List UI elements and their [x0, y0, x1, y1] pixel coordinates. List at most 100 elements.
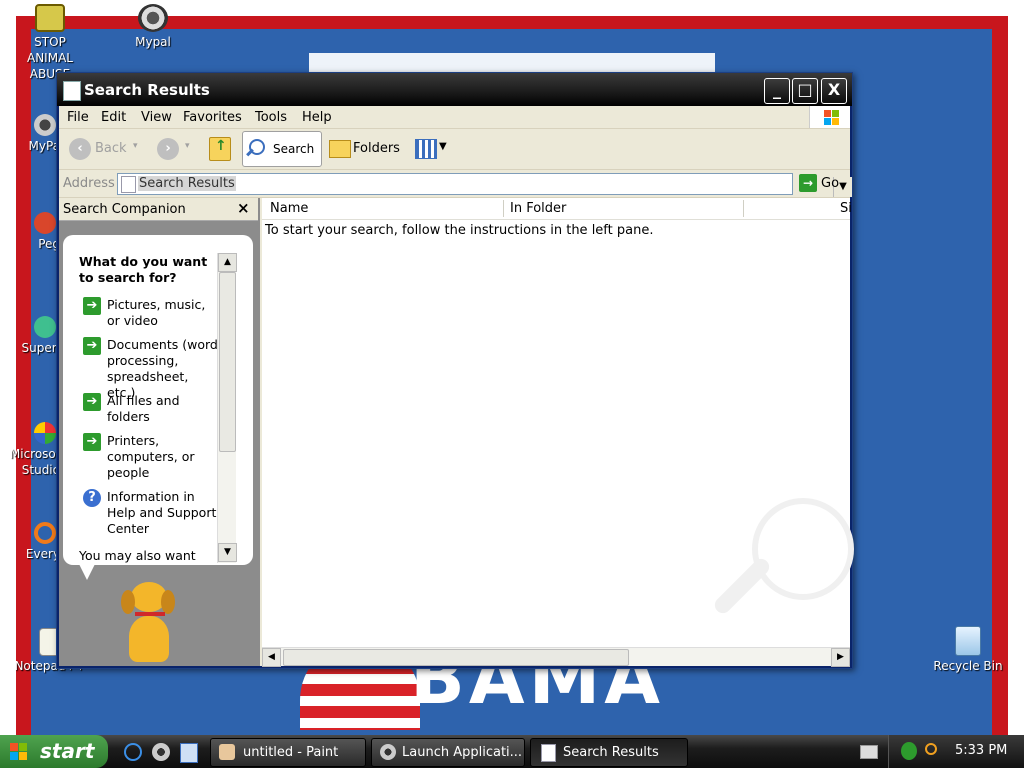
option-documents[interactable]: ➔ Documents (word processing, spreadshee…: [83, 337, 218, 401]
go-label: Go: [821, 176, 840, 191]
app-icon: [34, 212, 56, 234]
go-button[interactable]: → Go: [797, 173, 847, 193]
up-button[interactable]: ↑: [207, 133, 233, 165]
tray-app-icon[interactable]: [901, 742, 917, 760]
column-name[interactable]: Name: [270, 201, 308, 216]
more-options-text: You may also want: [79, 548, 196, 563]
desktop-icon-label: MyPa: [28, 139, 60, 153]
menu-help[interactable]: Help: [302, 110, 332, 125]
search-icon[interactable]: [925, 743, 937, 755]
green-arrow-icon: ➔: [83, 297, 101, 315]
address-label: Address: [63, 176, 115, 191]
option-pictures-music-video[interactable]: ➔ Pictures, music, or video: [83, 297, 218, 329]
option-label: Printers, computers, or people: [107, 433, 195, 480]
option-label: Pictures, music, or video: [107, 297, 206, 328]
raccoon-icon: [138, 4, 168, 32]
views-icon: [415, 139, 437, 159]
chevron-down-icon: ▼: [439, 141, 447, 152]
windows-logo-icon: [809, 106, 850, 128]
scrollbar-thumb[interactable]: [283, 649, 629, 666]
forward-arrow-icon: ›: [157, 138, 179, 160]
desktop-icon-mypal-2[interactable]: MyPa: [0, 114, 60, 154]
desktop-icon-microsoft-studio[interactable]: Microsof Studio: [0, 422, 60, 478]
close-button[interactable]: X: [821, 78, 847, 104]
desktop-icon-super[interactable]: Superi: [0, 316, 60, 356]
raccoon-quicklaunch-icon[interactable]: [152, 743, 170, 761]
raccoon-icon: [34, 114, 56, 136]
search-results-icon: [121, 176, 136, 193]
option-help-support[interactable]: ? Information in Help and Support Center: [83, 489, 218, 537]
address-bar: Address Search Results ▼ → Go: [59, 170, 852, 198]
recycle-bin-icon: [955, 626, 981, 656]
app-icon: [34, 422, 56, 444]
help-icon: ?: [83, 489, 101, 507]
scroll-up-arrow-icon[interactable]: ▲: [218, 253, 237, 272]
window-client: File Edit View Favorites Tools Help ‹ Ba…: [59, 106, 854, 667]
back-button[interactable]: ‹ Back ▾: [67, 133, 138, 165]
menu-tools[interactable]: Tools: [255, 110, 287, 125]
address-value: Search Results: [138, 176, 236, 191]
taskbar-task-search-results[interactable]: Search Results: [530, 738, 688, 767]
taskbar-task-launch-application[interactable]: Launch Applicati...: [371, 738, 525, 767]
desktop-icon-mypal[interactable]: Mypal: [113, 4, 193, 50]
option-all-files-folders[interactable]: ➔ All files and folders: [83, 393, 218, 425]
window-titlebar[interactable]: Search Results _ □ X: [57, 73, 852, 106]
column-divider[interactable]: [743, 200, 744, 217]
folders-button[interactable]: Folders: [327, 133, 403, 165]
green-arrow-icon: ➔: [83, 337, 101, 355]
scrollbar-thumb[interactable]: [219, 272, 236, 452]
column-header: Name In Folder Si: [262, 198, 852, 220]
option-label: Information in Help and Support Center: [107, 489, 217, 536]
desktop-icon-peg[interactable]: Peg: [0, 212, 60, 252]
menu-file[interactable]: File: [67, 110, 89, 125]
maximize-button[interactable]: □: [792, 78, 818, 104]
forward-button[interactable]: › ▾: [155, 133, 195, 165]
back-arrow-icon: ‹: [69, 138, 91, 160]
keyboard-icon[interactable]: [860, 745, 878, 759]
instructions-text: To start your search, follow the instruc…: [265, 223, 654, 238]
column-size[interactable]: Si: [840, 201, 852, 216]
desktop-icon-stop-animal-abuse[interactable]: STOP ANIMAL ABUSE: [10, 4, 90, 82]
internet-explorer-icon[interactable]: [124, 743, 142, 761]
search-results-icon: [541, 744, 556, 762]
quicklaunch-app-icon[interactable]: [180, 743, 198, 763]
scroll-down-arrow-icon[interactable]: ▼: [218, 543, 237, 562]
search-dog-icon[interactable]: [113, 582, 183, 670]
column-divider[interactable]: [503, 200, 504, 217]
system-tray: 5:33 PM: [888, 735, 1024, 768]
results-horizontal-scrollbar[interactable]: ◀ ▶: [262, 647, 850, 667]
clock[interactable]: 5:33 PM: [955, 743, 1007, 758]
menu-favorites[interactable]: Favorites: [183, 110, 242, 125]
desktop-icon-label: STOP ANIMAL: [27, 35, 73, 65]
desktop-icon-label: Every: [25, 547, 60, 561]
app-icon: [34, 522, 56, 544]
results-pane: Name In Folder Si To start your search, …: [262, 198, 854, 667]
column-in-folder[interactable]: In Folder: [510, 201, 566, 216]
start-button[interactable]: start: [0, 735, 108, 768]
stop-animal-abuse-icon: [35, 4, 65, 32]
folder-icon: [329, 140, 351, 158]
close-pane-button[interactable]: ×: [237, 199, 250, 217]
option-printers-computers-people[interactable]: ➔ Printers, computers, or people: [83, 433, 218, 481]
address-field[interactable]: Search Results ▼: [117, 173, 852, 197]
raccoon-icon: [380, 744, 396, 760]
views-button[interactable]: ▼: [413, 133, 453, 165]
option-label: All files and folders: [107, 393, 180, 424]
folders-label: Folders: [353, 141, 400, 156]
companion-scrollbar[interactable]: ▲ ▼: [217, 253, 237, 563]
start-label: start: [40, 739, 95, 763]
scroll-right-arrow-icon[interactable]: ▶: [831, 648, 850, 667]
desktop-icon-recycle-bin[interactable]: Recycle Bin: [928, 626, 1008, 674]
desktop-icon-label: Studio: [21, 463, 60, 477]
desktop-icon-every[interactable]: Every: [0, 522, 60, 562]
menu-view[interactable]: View: [141, 110, 172, 125]
up-arrow-icon: ↑: [215, 138, 227, 154]
menu-edit[interactable]: Edit: [101, 110, 126, 125]
taskbar-task-paint[interactable]: untitled - Paint: [210, 738, 366, 767]
search-companion-title: Search Companion: [63, 202, 186, 217]
minimize-button[interactable]: _: [764, 78, 790, 104]
chevron-down-icon: ▾: [185, 141, 190, 151]
back-label: Back: [95, 141, 127, 156]
search-button[interactable]: Search: [242, 131, 322, 167]
scroll-left-arrow-icon[interactable]: ◀: [262, 648, 281, 667]
